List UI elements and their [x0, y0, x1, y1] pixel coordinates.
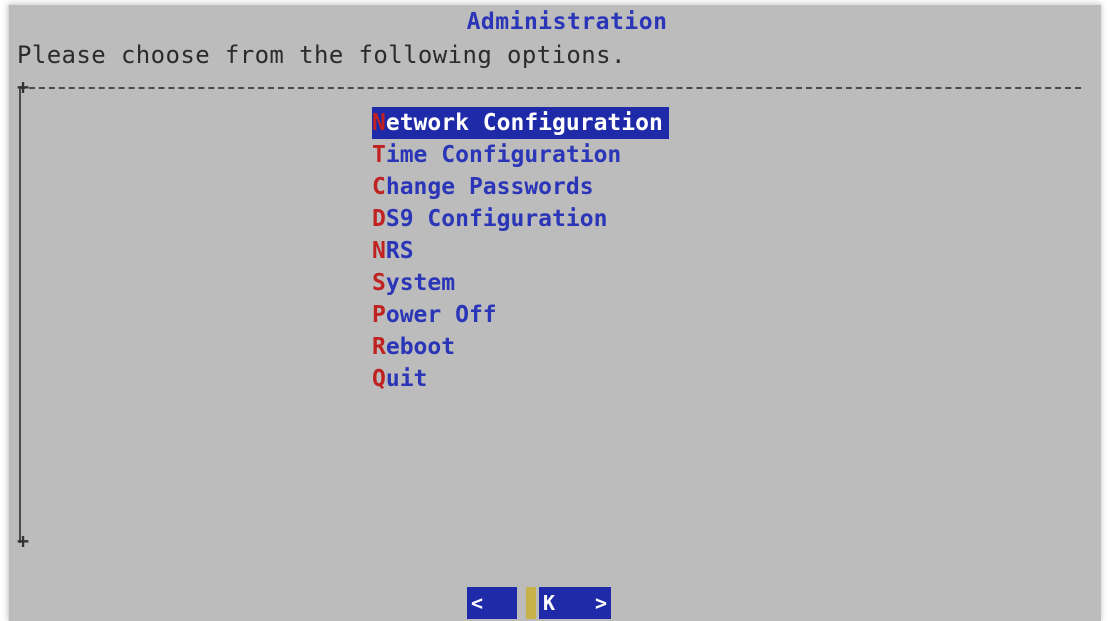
menu-item-reboot[interactable]: Reboot [372, 334, 455, 360]
terminal-screen: Administration Please choose from the fo… [0, 0, 1109, 621]
menu-row-quit: Quit [372, 363, 669, 395]
dialog-buttons: < K > [467, 587, 611, 619]
text-cursor [526, 587, 536, 619]
menu-row-reboot: Reboot [372, 331, 669, 363]
menu-item-hotkey: T [372, 142, 386, 168]
ok-button[interactable]: < [467, 587, 517, 619]
menu-item-hotkey: N [372, 238, 386, 264]
menu-item-label: hange Passwords [385, 174, 594, 200]
menu-item-ds9-configuration[interactable]: DS9 Configuration [372, 206, 607, 232]
menu-row-ds9: DS9 Configuration [372, 203, 669, 235]
menu-item-label: uit [385, 366, 428, 392]
menu-item-hotkey: P [372, 302, 386, 328]
menu-item-label: eboot [385, 334, 456, 360]
menu-item-network-configuration[interactable]: Network Configuration [372, 107, 669, 139]
menu-item-time-configuration[interactable]: Time Configuration [372, 142, 621, 168]
menu-item-system[interactable]: System [372, 270, 455, 296]
menu-item-label: S9 Configuration [385, 206, 608, 232]
frame-corner-top: + [17, 75, 30, 99]
menu-row-power-off: Power Off [372, 299, 669, 331]
menu-item-nrs[interactable]: NRS [372, 238, 414, 264]
menu-row-time: Time Configuration [372, 139, 669, 171]
frame-corner-bottom: + [17, 529, 30, 553]
menu-row-system: System [372, 267, 669, 299]
menu-item-label: ime Configuration [385, 142, 622, 168]
menu-item-quit[interactable]: Quit [372, 366, 427, 392]
menu-item-hotkey: R [372, 334, 386, 360]
menu-item-hotkey: N [372, 110, 386, 136]
menu-item-change-passwords[interactable]: Change Passwords [372, 174, 594, 200]
menu-item-label: ower Off [385, 302, 497, 328]
administration-dialog: Administration Please choose from the fo… [8, 4, 1101, 621]
menu-item-hotkey: D [372, 206, 386, 232]
menu-row-nrs: NRS [372, 235, 669, 267]
menu-item-hotkey: S [372, 270, 386, 296]
menu-item-hotkey: Q [372, 366, 386, 392]
menu-row-passwords: Change Passwords [372, 171, 669, 203]
menu-item-hotkey: C [372, 174, 386, 200]
menu-item-label: etwork Configuration [385, 110, 663, 136]
dialog-title: Administration [466, 9, 668, 35]
menu-item-label: ystem [385, 270, 456, 296]
cancel-button[interactable]: K > [526, 587, 611, 619]
cancel-button-right-label: > [594, 591, 607, 615]
cancel-button-left-label: K [543, 591, 556, 615]
options-menu: Network Configuration Time Configuration… [372, 107, 669, 395]
menu-item-power-off[interactable]: Power Off [372, 302, 497, 328]
dialog-prompt: Please choose from the following options… [17, 41, 626, 69]
menu-item-label: RS [385, 238, 414, 264]
menu-row-network: Network Configuration [372, 107, 669, 139]
